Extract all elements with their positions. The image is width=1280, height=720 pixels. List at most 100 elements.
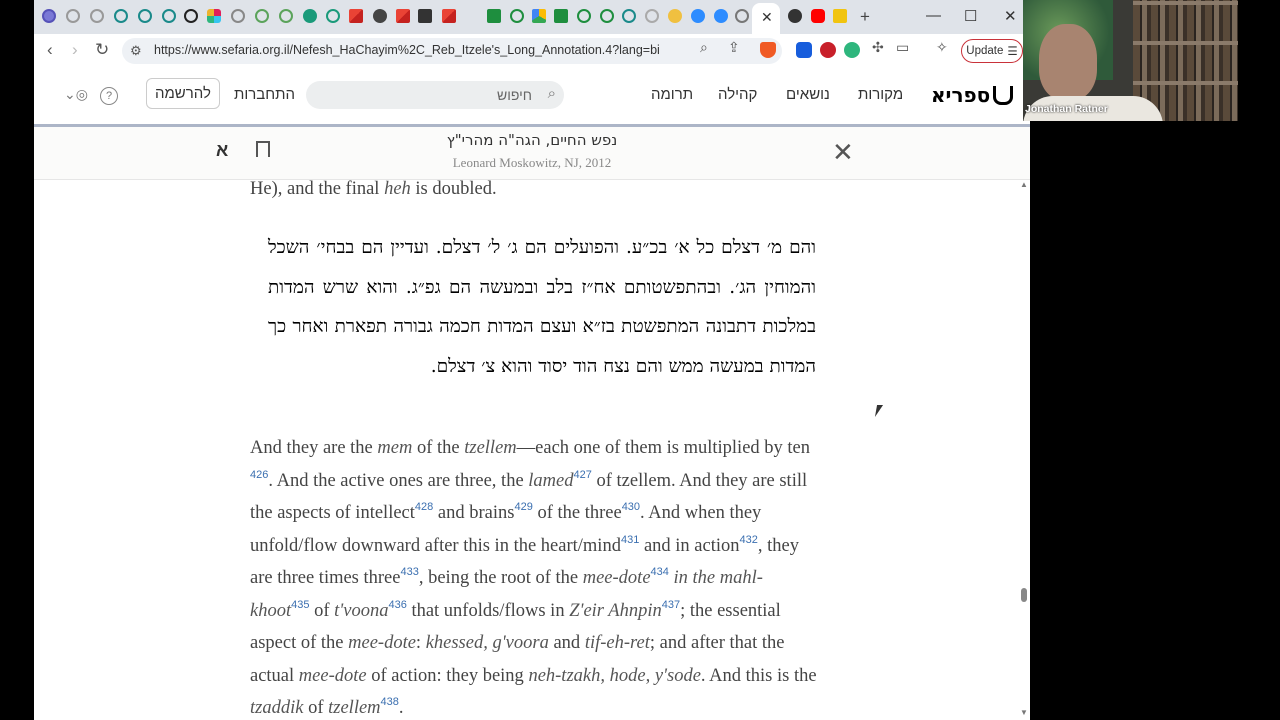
bitwarden-icon[interactable] — [796, 42, 812, 58]
footnote-marker[interactable]: 431 — [621, 534, 639, 546]
tab-favicon-icon[interactable] — [255, 9, 269, 23]
english-italic: mee-dote — [348, 633, 416, 653]
globe-icon[interactable]: ⌄◎ — [64, 86, 88, 103]
footnote-marker[interactable]: 436 — [388, 599, 406, 611]
scrollbar[interactable]: ▲ ▼ — [1018, 180, 1030, 720]
english-segment[interactable]: And they are the mem of the tzellem—each… — [250, 432, 822, 720]
tab-favicon-icon[interactable] — [162, 9, 176, 23]
footnote-marker[interactable]: 426 — [250, 469, 268, 481]
gmail-icon[interactable] — [349, 9, 363, 23]
active-tab[interactable]: ✕ — [752, 3, 780, 34]
nav-link-community[interactable]: קהילה — [718, 86, 757, 103]
english-italic: mem — [377, 438, 413, 458]
maximize-button[interactable]: ☐ — [964, 7, 977, 25]
tab-favicon-icon[interactable] — [735, 9, 749, 23]
english-text: . And this is the — [700, 665, 817, 686]
tab-favicon-icon[interactable] — [114, 9, 128, 23]
zoom-lens-icon[interactable]: ⌕ — [700, 39, 708, 56]
nav-link-donate[interactable]: תרומה — [651, 86, 693, 103]
webcam-video: Jonathan Ratner — [1023, 0, 1238, 121]
close-tab-icon[interactable]: ✕ — [761, 9, 773, 26]
extension-icon[interactable] — [844, 42, 860, 58]
address-bar[interactable]: ⚙ https://www.sefaria.org.il/Nefesh_HaCh… — [122, 38, 782, 64]
forward-arrow-icon[interactable]: › — [72, 40, 78, 60]
brave-shield-icon[interactable] — [760, 42, 776, 58]
tab-favicon-icon[interactable] — [577, 9, 591, 23]
update-button[interactable]: Update ☰ — [961, 39, 1023, 63]
login-link[interactable]: התחברות — [234, 86, 295, 103]
tab-favicon-icon[interactable] — [510, 9, 524, 23]
extension-icon[interactable] — [820, 42, 836, 58]
scroll-down-icon[interactable]: ▼ — [1020, 708, 1028, 717]
sheets-icon[interactable] — [554, 9, 568, 23]
webcam-person — [1039, 24, 1097, 100]
tab-favicon-icon[interactable] — [418, 9, 432, 23]
new-tab-button[interactable]: + — [860, 7, 870, 27]
footnote-marker[interactable]: 430 — [622, 501, 640, 513]
search-placeholder: חיפוש — [497, 87, 532, 103]
footnote-marker[interactable]: 433 — [400, 566, 418, 578]
url-text[interactable]: https://www.sefaria.org.il/Nefesh_HaChay… — [154, 43, 660, 57]
footnote-marker[interactable]: 435 — [291, 599, 309, 611]
english-text: and in action — [639, 535, 740, 556]
tab-favicon-icon[interactable] — [279, 9, 293, 23]
english-italic: khessed, g'voora — [425, 633, 549, 653]
browser-toolbar: ‹ › ↻ ⚙ https://www.sefaria.org.il/Nefes… — [34, 34, 1030, 69]
tab-favicon-icon[interactable] — [138, 9, 152, 23]
tab-favicon-icon[interactable] — [184, 9, 198, 23]
tab-favicon-icon[interactable] — [622, 9, 636, 23]
footnote-marker[interactable]: 428 — [415, 501, 433, 513]
nav-link-topics[interactable]: נושאים — [786, 86, 830, 103]
tab-favicon-icon[interactable] — [326, 9, 340, 23]
puzzle-icon[interactable]: ✣ — [872, 39, 884, 56]
footnote-marker[interactable]: 432 — [740, 534, 758, 546]
book-version[interactable]: Leonard Moskowitz, NJ, 2012 — [34, 155, 1030, 171]
tab-favicon-icon[interactable] — [788, 9, 802, 23]
previous-english-segment[interactable]: He), and the final heh is doubled. — [250, 180, 822, 206]
hebrew-segment[interactable]: והם מ׳ דצלם כל א׳ בכ״ע. והפועלים הם ג׳ ל… — [268, 228, 816, 387]
site-info-icon[interactable]: ⚙ — [130, 43, 142, 59]
search-input[interactable]: חיפוש ⌕ — [306, 81, 564, 109]
minimize-button[interactable]: — — [926, 7, 941, 24]
sheets-icon[interactable] — [487, 9, 501, 23]
tab-favicon-icon[interactable] — [231, 9, 245, 23]
slack-icon[interactable] — [207, 9, 221, 23]
drive-icon[interactable] — [532, 9, 546, 23]
back-arrow-icon[interactable]: ‹ — [47, 40, 53, 60]
tab-favicon-icon[interactable] — [600, 9, 614, 23]
signup-link[interactable]: להרשמה — [146, 78, 220, 109]
nav-link-texts[interactable]: מקורות — [858, 86, 903, 103]
footnote-marker[interactable]: 429 — [514, 501, 532, 513]
footnote-marker[interactable]: 437 — [662, 599, 680, 611]
tab-favicon-icon[interactable] — [373, 9, 387, 23]
footnote-marker[interactable]: 427 — [574, 469, 592, 481]
reload-icon[interactable]: ↻ — [95, 40, 109, 60]
sidebar-icon[interactable]: ▭ — [896, 39, 909, 56]
tab-favicon-icon[interactable] — [833, 9, 847, 23]
footnote-marker[interactable]: 438 — [381, 696, 399, 708]
help-icon[interactable]: ? — [100, 87, 118, 105]
tab-favicon-icon[interactable] — [303, 9, 317, 23]
sefaria-logo[interactable]: ספריא — [931, 83, 1014, 107]
zoom-icon[interactable] — [714, 9, 728, 23]
zoom-icon[interactable] — [691, 9, 705, 23]
gmail-icon[interactable] — [442, 9, 456, 23]
tab-favicon-icon[interactable] — [645, 9, 659, 23]
book-title[interactable]: נפש החיים, הגה"ה מהרי"ץ — [34, 131, 1030, 149]
reader-panel-header: א נפש החיים, הגה"ה מהרי"ץ Leonard Moskow… — [34, 127, 1030, 180]
tab-favicon-icon[interactable] — [668, 9, 682, 23]
scroll-thumb[interactable] — [1021, 588, 1027, 602]
footnote-marker[interactable]: 434 — [651, 566, 669, 578]
share-icon[interactable]: ⇪ — [728, 39, 740, 56]
close-icon[interactable]: ✕ — [832, 137, 854, 168]
scroll-up-icon[interactable]: ▲ — [1020, 180, 1028, 189]
youtube-icon[interactable] — [811, 9, 825, 23]
tab-favicon-icon[interactable] — [42, 9, 56, 23]
leo-ai-icon[interactable]: ✧ — [936, 39, 948, 56]
gmail-icon[interactable] — [396, 9, 410, 23]
tab-favicon-icon[interactable] — [90, 9, 104, 23]
close-window-button[interactable]: ✕ — [1004, 7, 1017, 25]
english-italic: t'voona — [334, 600, 389, 621]
tab-favicon-icon[interactable] — [66, 9, 80, 23]
search-icon[interactable]: ⌕ — [548, 85, 556, 102]
